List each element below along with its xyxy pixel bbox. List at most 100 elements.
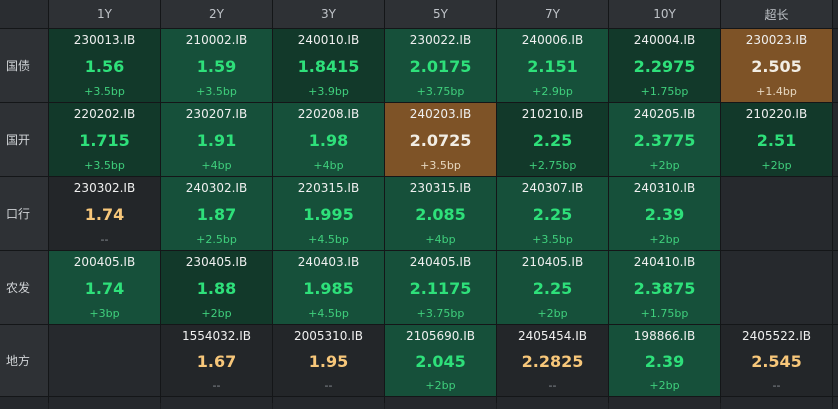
bond-code: 230405.IB	[185, 255, 248, 269]
bond-cell[interactable]: 240307.IB 2.25 +3.5bp	[497, 177, 608, 250]
bond-cell[interactable]: 230405.IB 1.88 +2bp	[161, 251, 272, 324]
row-header-国债: 国债	[0, 29, 48, 102]
yield-change: +1.75bp	[640, 307, 689, 320]
bond-code: 1554032.IB	[181, 329, 252, 343]
bond-cell[interactable]: 230302.IB 1.74 --	[49, 177, 160, 250]
bond-code: 240205.IB	[633, 107, 696, 121]
bond-cell[interactable]: 220315.IB 1.995 +4.5bp	[273, 177, 384, 250]
column-header-7Y[interactable]: 7Y	[497, 0, 608, 28]
bond-cell[interactable]: 2405522.IB 2.545 --	[721, 325, 832, 396]
bond-cell[interactable]: 230013.IB 1.56 +3.5bp	[49, 29, 160, 102]
bond-code: 240307.IB	[521, 181, 584, 195]
bond-code: 240403.IB	[297, 255, 360, 269]
bottom-edge-cell	[161, 397, 272, 409]
bond-cell[interactable]: 240010.IB 1.8415 +3.9bp	[273, 29, 384, 102]
bond-cell[interactable]: 2405454.IB 2.2825 --	[497, 325, 608, 396]
bond-cell[interactable]: 240004.IB 2.2975 +1.75bp	[609, 29, 720, 102]
bond-code: 210405.IB	[521, 255, 584, 269]
bond-cell[interactable]: 240310.IB 2.39 +2bp	[609, 177, 720, 250]
yield-change: +3bp	[89, 307, 120, 320]
column-header-5Y[interactable]: 5Y	[385, 0, 496, 28]
bond-cell[interactable]: 230023.IB 2.505 +1.4bp	[721, 29, 832, 102]
right-edge-cell	[833, 325, 838, 396]
bond-cell[interactable]: 2005310.IB 1.95 --	[273, 325, 384, 396]
bond-code: 240310.IB	[633, 181, 696, 195]
yield-change: +1.75bp	[640, 85, 689, 98]
yield-change: +3.75bp	[416, 85, 465, 98]
bond-cell[interactable]: 230022.IB 2.0175 +3.75bp	[385, 29, 496, 102]
yield-value: 2.505	[751, 56, 802, 76]
bond-cell[interactable]: 210405.IB 2.25 +2bp	[497, 251, 608, 324]
yield-change: +3.5bp	[420, 159, 461, 172]
yield-value: 2.25	[532, 130, 573, 150]
bond-code: 220202.IB	[73, 107, 136, 121]
bond-cell[interactable]: 240205.IB 2.3775 +2bp	[609, 103, 720, 176]
yield-change: +2bp	[201, 307, 232, 320]
bond-cell[interactable]: 240006.IB 2.151 +2.9bp	[497, 29, 608, 102]
yield-change: +2bp	[649, 379, 680, 392]
right-edge-cell	[833, 0, 838, 28]
bond-code: 2405454.IB	[517, 329, 588, 343]
yield-value: 1.87	[196, 204, 237, 224]
yield-change: +3.5bp	[196, 85, 237, 98]
column-header-1Y[interactable]: 1Y	[49, 0, 160, 28]
column-header-2Y[interactable]: 2Y	[161, 0, 272, 28]
right-edge-cell	[833, 177, 838, 250]
yield-value: 2.39	[644, 204, 685, 224]
yield-value: 2.25	[532, 278, 573, 298]
yield-value: 1.715	[79, 130, 130, 150]
yield-change: +4bp	[425, 233, 456, 246]
column-header-3Y[interactable]: 3Y	[273, 0, 384, 28]
bond-cell[interactable]: 240405.IB 2.1175 +3.75bp	[385, 251, 496, 324]
bond-cell[interactable]: 240403.IB 1.985 +4.5bp	[273, 251, 384, 324]
row-header-农发: 农发	[0, 251, 48, 324]
yield-value: 1.74	[84, 278, 125, 298]
yield-value: 1.985	[303, 278, 354, 298]
bond-cell[interactable]: 210002.IB 1.59 +3.5bp	[161, 29, 272, 102]
bond-code: 2405522.IB	[741, 329, 812, 343]
bond-code: 230302.IB	[73, 181, 136, 195]
bond-cell[interactable]: 240410.IB 2.3875 +1.75bp	[609, 251, 720, 324]
bond-cell[interactable]: 230207.IB 1.91 +4bp	[161, 103, 272, 176]
bond-code: 240004.IB	[633, 33, 696, 47]
column-header-10Y[interactable]: 10Y	[609, 0, 720, 28]
empty-cell	[721, 251, 832, 324]
bond-code: 240302.IB	[185, 181, 248, 195]
bond-yield-matrix: 1Y 2Y 3Y 5Y 7Y 10Y 超长国债 230013.IB 1.56 +3.5bp 2100…	[0, 0, 838, 409]
yield-change: +2.9bp	[532, 85, 573, 98]
bond-cell[interactable]: 240302.IB 1.87 +2.5bp	[161, 177, 272, 250]
bond-cell[interactable]: 210210.IB 2.25 +2.75bp	[497, 103, 608, 176]
bond-cell[interactable]: 210220.IB 2.51 +2bp	[721, 103, 832, 176]
bond-cell[interactable]: 220202.IB 1.715 +3.5bp	[49, 103, 160, 176]
bond-cell[interactable]: 1554032.IB 1.67 --	[161, 325, 272, 396]
yield-change: +3.5bp	[84, 159, 125, 172]
bond-code: 240006.IB	[521, 33, 584, 47]
yield-change: +2bp	[649, 159, 680, 172]
bond-cell[interactable]: 200405.IB 1.74 +3bp	[49, 251, 160, 324]
yield-change: +4.5bp	[308, 307, 349, 320]
yield-value: 1.74	[84, 204, 125, 224]
bond-code: 230315.IB	[409, 181, 472, 195]
bond-code: 2005310.IB	[293, 329, 364, 343]
column-header-超长[interactable]: 超长	[721, 0, 832, 28]
yield-change: +2.75bp	[528, 159, 577, 172]
yield-value: 2.1175	[409, 278, 472, 298]
bottom-edge-cell	[497, 397, 608, 409]
bond-cell[interactable]: 220208.IB 1.98 +4bp	[273, 103, 384, 176]
bond-code: 200405.IB	[73, 255, 136, 269]
yield-value: 2.545	[751, 351, 802, 371]
bottom-edge-cell	[385, 397, 496, 409]
bond-cell[interactable]: 2105690.IB 2.045 +2bp	[385, 325, 496, 396]
bond-cell[interactable]: 240203.IB 2.0725 +3.5bp	[385, 103, 496, 176]
bond-cell[interactable]: 198866.IB 2.39 +2bp	[609, 325, 720, 396]
bond-cell[interactable]: 230315.IB 2.085 +4bp	[385, 177, 496, 250]
bond-code: 240010.IB	[297, 33, 360, 47]
yield-change: +2.5bp	[196, 233, 237, 246]
empty-cell	[721, 177, 832, 250]
row-header-国开: 国开	[0, 103, 48, 176]
yield-value: 2.51	[756, 130, 797, 150]
yield-change: +2bp	[425, 379, 456, 392]
yield-value: 2.25	[532, 204, 573, 224]
bottom-edge-cell	[721, 397, 832, 409]
yield-change: +2bp	[537, 307, 568, 320]
